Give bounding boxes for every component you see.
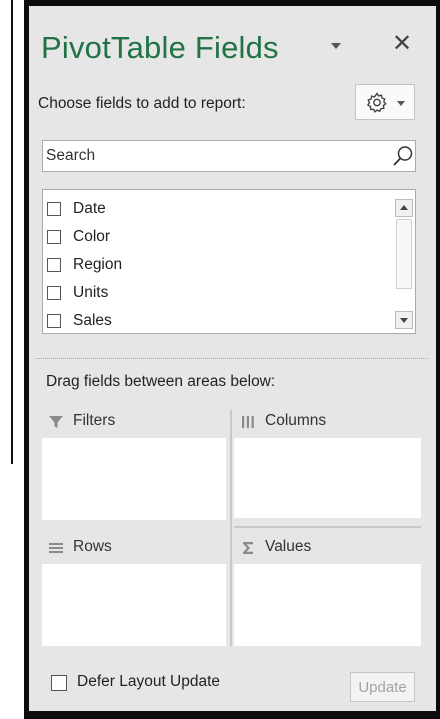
values-area-header: Values	[234, 536, 421, 564]
field-label: Sales	[73, 312, 112, 329]
tools-button[interactable]	[355, 84, 415, 120]
field-item-date[interactable]: Date	[43, 199, 393, 223]
rows-icon	[49, 543, 63, 553]
close-pane-button[interactable]: ✕	[392, 32, 412, 56]
field-checkbox[interactable]	[47, 202, 61, 216]
scroll-down-button[interactable]	[395, 311, 413, 329]
areas-vertical-divider[interactable]	[230, 410, 232, 646]
filters-area-header: Filters	[42, 410, 226, 438]
field-label: Units	[73, 284, 109, 301]
field-label: Color	[73, 228, 111, 245]
filter-icon	[49, 416, 63, 428]
field-label: Date	[73, 200, 106, 217]
field-item-sales[interactable]: Sales	[43, 311, 393, 335]
pivottable-fields-pane: PivotTable Fields ✕ Choose fields to add…	[29, 6, 436, 711]
worksheet-edge	[0, 0, 13, 464]
values-area[interactable]: Values	[234, 536, 421, 646]
columns-label: Columns	[265, 412, 327, 429]
columns-drop-zone[interactable]	[234, 438, 421, 518]
gear-icon	[366, 92, 387, 113]
section-divider	[35, 358, 428, 359]
columns-icon	[242, 416, 254, 428]
chevron-up-icon	[400, 205, 408, 210]
rows-drop-zone[interactable]	[42, 564, 226, 646]
pane-title: PivotTable Fields	[41, 30, 279, 65]
field-checkbox[interactable]	[47, 230, 61, 244]
rows-area-header: Rows	[42, 536, 226, 564]
filters-label: Filters	[73, 412, 116, 429]
choose-fields-label: Choose fields to add to report:	[38, 95, 246, 112]
field-item-region[interactable]: Region	[43, 255, 393, 279]
search-input[interactable]	[43, 141, 376, 171]
search-box[interactable]	[42, 140, 416, 172]
scroll-thumb[interactable]	[396, 219, 412, 289]
search-icon[interactable]	[392, 145, 414, 167]
field-checkbox[interactable]	[47, 314, 61, 328]
areas-horizontal-divider	[234, 526, 421, 528]
values-drop-zone[interactable]	[234, 564, 421, 646]
field-list: Date Color Region Units Sales	[42, 189, 416, 334]
field-item-color[interactable]: Color	[43, 227, 393, 251]
filters-area[interactable]: Filters	[42, 410, 226, 520]
columns-area-header: Columns	[234, 410, 421, 438]
field-checkbox[interactable]	[47, 286, 61, 300]
scroll-up-button[interactable]	[395, 199, 413, 217]
field-list-scrollbar[interactable]	[395, 192, 413, 331]
task-pane-options-chevron-down-icon[interactable]	[331, 43, 341, 49]
drag-fields-label: Drag fields between areas below:	[46, 373, 276, 390]
field-checkbox[interactable]	[47, 258, 61, 272]
field-label: Region	[73, 256, 123, 273]
rows-area[interactable]: Rows	[42, 536, 226, 646]
update-button[interactable]: Update	[350, 672, 415, 702]
columns-area[interactable]: Columns	[234, 410, 421, 520]
chevron-down-icon	[397, 101, 405, 106]
filters-drop-zone[interactable]	[42, 438, 226, 520]
rows-label: Rows	[73, 538, 112, 555]
chevron-down-icon	[400, 318, 408, 323]
field-item-units[interactable]: Units	[43, 283, 393, 307]
defer-layout-update-checkbox[interactable]	[51, 675, 67, 691]
defer-layout-update-label: Defer Layout Update	[77, 673, 221, 690]
values-label: Values	[265, 538, 312, 555]
sigma-icon	[243, 542, 253, 554]
